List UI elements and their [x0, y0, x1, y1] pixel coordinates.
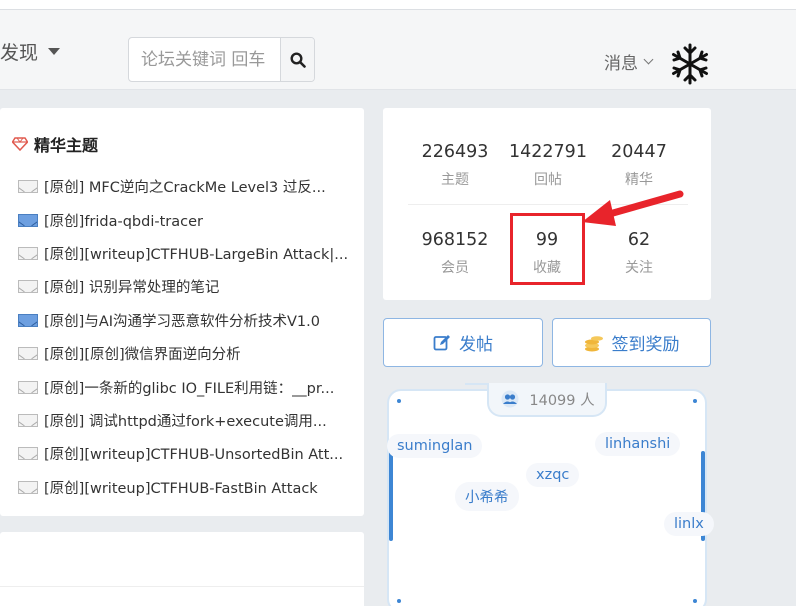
topic-title[interactable]: [原创][writeup]CTFHUB-UnsortedBin Att...: [44, 443, 343, 464]
stat-following[interactable]: 62 关注: [594, 229, 684, 277]
highlight-topic-list: [原创] MFC逆向之CrackMe Level3 过反... [原创]frida…: [18, 170, 358, 504]
search-icon: [289, 51, 306, 68]
secondary-card: [0, 532, 364, 606]
envelope-unread-icon: [18, 313, 38, 327]
messages-menu[interactable]: 消息: [604, 49, 654, 74]
stat-members-label: 会员: [441, 260, 469, 276]
topic-title[interactable]: [原创][writeup]CTFHUB-FastBin Attack: [44, 477, 318, 498]
highlights-title: 精华主题: [34, 136, 99, 155]
online-user-tag[interactable]: linhanshi: [595, 432, 681, 456]
post-label: 发帖: [459, 335, 493, 355]
stat-featured-label: 精华: [625, 172, 653, 188]
envelope-icon: [18, 380, 38, 394]
search-input[interactable]: [129, 38, 280, 81]
messages-label: 消息: [604, 54, 638, 74]
topic-item[interactable]: [原创][writeup]CTFHUB-FastBin Attack: [18, 471, 358, 504]
frame-dot: [693, 399, 697, 403]
topic-title[interactable]: [原创] MFC逆向之CrackMe Level3 过反...: [44, 176, 326, 197]
envelope-icon: [18, 447, 38, 461]
stat-topics-label: 主题: [441, 172, 469, 188]
stat-replies-label: 回帖: [534, 172, 562, 188]
red-arrow-annotation: [582, 190, 684, 226]
checkin-label: 签到奖励: [611, 335, 680, 355]
topic-title[interactable]: [原创][原创]微信界面逆向分析: [44, 343, 241, 364]
topic-item[interactable]: [原创][writeup]CTFHUB-LargeBin Attack|...: [18, 237, 358, 270]
stat-following-value: 62: [627, 230, 651, 250]
edit-icon: [433, 334, 450, 350]
envelope-unread-icon: [18, 213, 38, 227]
discover-menu[interactable]: 发现: [0, 38, 61, 65]
envelope-icon: [18, 180, 38, 194]
search-button[interactable]: [280, 38, 314, 81]
highlights-header: 精华主题: [12, 132, 98, 156]
stat-featured-value: 20447: [611, 142, 667, 162]
coins-icon: [584, 335, 603, 351]
envelope-icon: [18, 413, 38, 427]
stat-following-label: 关注: [625, 260, 653, 276]
post-button[interactable]: 发帖: [383, 318, 543, 367]
online-user-tag[interactable]: 小希希: [455, 482, 519, 511]
top-strip: [0, 0, 796, 10]
online-user-tag[interactable]: xzqc: [526, 463, 580, 487]
caret-down-icon: [48, 48, 61, 55]
envelope-icon: [18, 480, 38, 494]
frame-accent-left: [389, 451, 393, 541]
topic-item[interactable]: [原创] MFC逆向之CrackMe Level3 过反...: [18, 170, 358, 203]
frame-dot: [397, 399, 401, 403]
stat-replies-value: 1422791: [509, 142, 587, 162]
stat-topics[interactable]: 226493 主题: [410, 141, 500, 189]
checkin-button[interactable]: 签到奖励: [552, 318, 711, 367]
topic-item[interactable]: [原创] 调试httpd通过fork+execute调用...: [18, 404, 358, 437]
topic-title[interactable]: [原创]frida-qbdi-tracer: [44, 210, 203, 231]
envelope-icon: [18, 280, 38, 294]
topic-item[interactable]: [原创] 识别异常处理的笔记: [18, 270, 358, 303]
topic-title[interactable]: [原创]与AI沟通学习恶意软件分析技术V1.0: [44, 310, 320, 331]
online-count-tab: 14099 人: [465, 383, 607, 417]
frame-dot: [693, 599, 697, 603]
topic-item[interactable]: [原创]frida-qbdi-tracer: [18, 203, 358, 236]
diamond-icon: [12, 137, 28, 151]
topic-title[interactable]: [原创] 识别异常处理的笔记: [44, 276, 219, 297]
topic-title[interactable]: [原创]一条新的glibc IO_FILE利用链：__pr...: [44, 377, 334, 398]
topic-item[interactable]: [原创]与AI沟通学习恶意软件分析技术V1.0: [18, 304, 358, 337]
topic-item[interactable]: [原创][writeup]CTFHUB-UnsortedBin Att...: [18, 437, 358, 470]
topic-item[interactable]: [原创][原创]微信界面逆向分析: [18, 337, 358, 370]
stat-featured[interactable]: 20447 精华: [594, 141, 684, 189]
envelope-icon: [18, 347, 38, 361]
frame-dot: [397, 599, 401, 603]
avatar[interactable]: [668, 42, 712, 86]
online-frame: [387, 389, 707, 606]
envelope-icon: [18, 246, 38, 260]
favorites-highlight-box: [510, 213, 585, 285]
navbar: 发现 消息: [0, 10, 796, 90]
stat-replies[interactable]: 1422791 回帖: [503, 141, 593, 189]
online-users-panel: 14099 人 suminglan linhanshi xzqc 小希希 lin…: [383, 383, 714, 606]
online-user-tag[interactable]: linlx: [664, 512, 714, 536]
users-icon: [501, 390, 519, 408]
online-user-tag[interactable]: suminglan: [387, 434, 483, 458]
online-count: 14099 人: [529, 392, 595, 409]
stat-topics-value: 226493: [421, 142, 489, 162]
topic-item[interactable]: [原创]一条新的glibc IO_FILE利用链：__pr...: [18, 370, 358, 403]
search-box: [128, 37, 315, 82]
topic-title[interactable]: [原创][writeup]CTFHUB-LargeBin Attack|...: [44, 243, 348, 264]
chevron-down-icon: [643, 54, 654, 65]
stat-members-value: 968152: [421, 230, 489, 250]
topic-title[interactable]: [原创] 调试httpd通过fork+execute调用...: [44, 410, 327, 431]
discover-label: 发现: [0, 42, 39, 64]
stat-members[interactable]: 968152 会员: [410, 229, 500, 277]
